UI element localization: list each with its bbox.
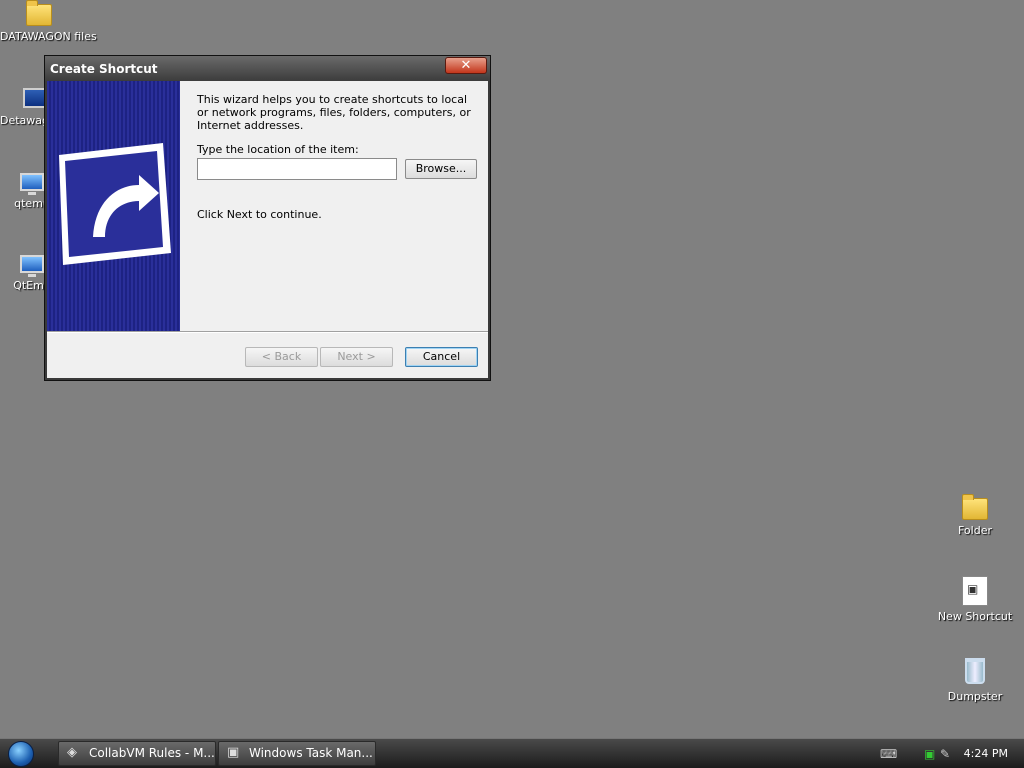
shortcut-arrow-icon xyxy=(59,143,171,265)
create-shortcut-dialog: Create Shortcut ✕ This wizard helps you … xyxy=(44,55,491,381)
desktop-icon-label: New Shortcut xyxy=(937,610,1013,623)
taskbar-item-label: Windows Task Man... xyxy=(249,746,373,760)
document-icon xyxy=(962,576,988,606)
intro-text: This wizard helps you to create shortcut… xyxy=(197,93,471,132)
taskbar: ◈ CollabVM Rules - M... ▣ Windows Task M… xyxy=(0,738,1024,768)
next-button[interactable]: Next > xyxy=(320,347,393,367)
desktop-icon-new-shortcut[interactable]: New Shortcut xyxy=(935,576,1015,623)
desktop-icon-dumpster[interactable]: Dumpster xyxy=(935,658,1015,703)
location-input[interactable] xyxy=(197,158,397,180)
dialog-title: Create Shortcut xyxy=(50,62,158,76)
wizard-intro: This wizard helps you to create shortcut… xyxy=(197,93,477,132)
desktop-icon-label: DATAWAGON files xyxy=(0,30,97,43)
folder-icon xyxy=(962,494,988,520)
continue-text: Click Next to continue. xyxy=(197,208,322,221)
desktop-icon-label: Dumpster xyxy=(947,690,1003,703)
network-icon[interactable]: ▣ xyxy=(924,747,935,761)
taskbar-item-label: CollabVM Rules - M... xyxy=(89,746,215,760)
taskbar-item-collabvm[interactable]: ◈ CollabVM Rules - M... xyxy=(58,741,216,766)
wizard-banner xyxy=(47,81,180,331)
close-button[interactable]: ✕ xyxy=(445,57,487,74)
browser-icon: ◈ xyxy=(67,745,77,760)
separator xyxy=(47,331,488,333)
desktop-icon-label: Folder xyxy=(958,524,992,537)
recycle-bin-icon xyxy=(965,658,985,684)
browse-button[interactable]: Browse... xyxy=(405,159,477,179)
desktop-icon-datawagon-files[interactable]: DATAWAGON files xyxy=(0,0,97,43)
location-label: Type the location of the item: xyxy=(197,143,359,156)
cancel-button[interactable]: Cancel xyxy=(405,347,478,367)
desktop-icon-folder[interactable]: Folder xyxy=(935,494,1015,537)
shortcut-icon xyxy=(20,255,44,277)
clock[interactable]: 4:24 PM xyxy=(964,747,1008,760)
dialog-titlebar[interactable]: Create Shortcut ✕ xyxy=(45,56,490,81)
keyboard-icon[interactable]: ⌨ xyxy=(880,747,897,761)
folder-icon xyxy=(26,0,52,26)
task-manager-icon: ▣ xyxy=(227,745,240,760)
back-button[interactable]: < Back xyxy=(245,347,318,367)
start-button[interactable] xyxy=(8,741,34,767)
taskbar-item-task-manager[interactable]: ▣ Windows Task Man... xyxy=(218,741,376,766)
volume-icon[interactable]: ✎ xyxy=(940,747,950,761)
dialog-client-area: This wizard helps you to create shortcut… xyxy=(47,81,488,378)
monitor-icon xyxy=(20,173,44,195)
